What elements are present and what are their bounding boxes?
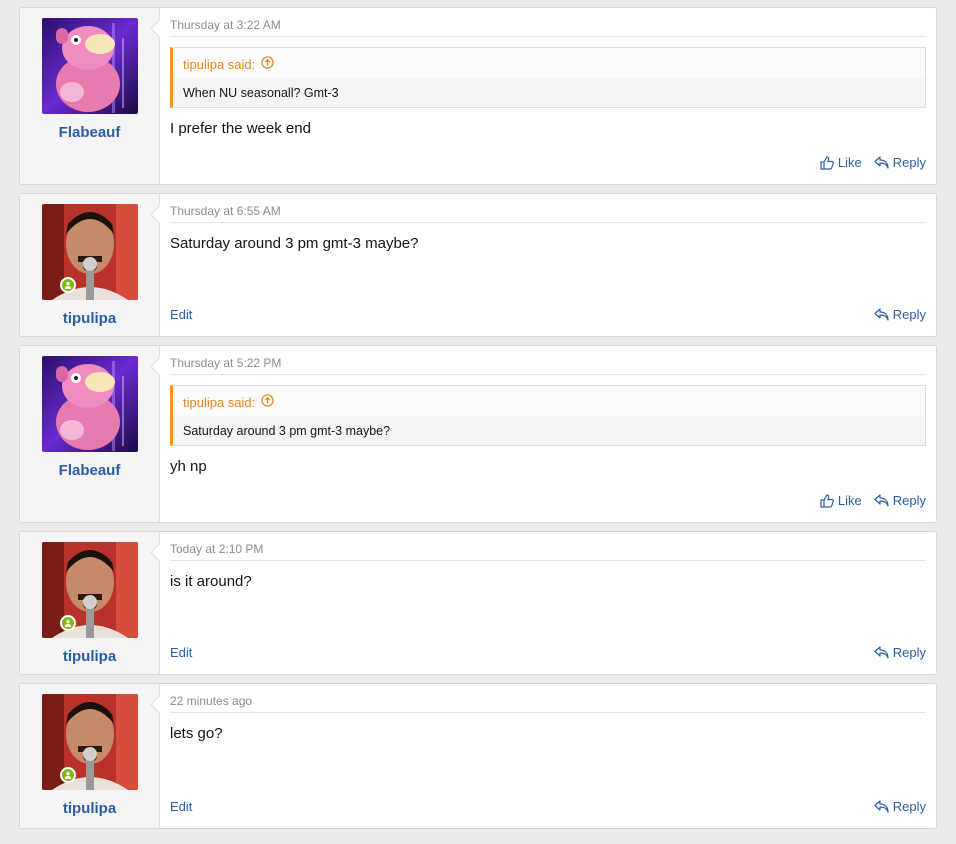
arrow-up-circle-icon[interactable] (261, 56, 274, 72)
post-main: 22 minutes ago lets go? Edit Reply (160, 684, 936, 828)
post-user-panel: tipulipa (20, 194, 160, 336)
post-timestamp[interactable]: Thursday at 5:22 PM (170, 356, 926, 375)
like-label: Like (837, 155, 862, 170)
like-label: Like (837, 493, 862, 508)
post-main: Today at 2:10 PM is it around? Edit Repl… (160, 532, 936, 674)
reply-arrow-icon (874, 494, 889, 507)
username[interactable]: tipulipa (63, 800, 116, 817)
post-footer: Like Reply (170, 493, 926, 508)
online-status-indicator (60, 615, 76, 631)
post-main: Thursday at 5:22 PM tipulipa said: Satur… (160, 346, 936, 522)
thumbs-up-icon (820, 155, 834, 170)
slowpoke-avatar-image (41, 356, 138, 452)
user-icon (64, 619, 72, 627)
avatar[interactable] (41, 18, 138, 114)
reply-label: Reply (892, 307, 926, 322)
post-message: I prefer the week end (170, 120, 311, 137)
post-footer: Edit Reply (170, 645, 926, 660)
reply-button[interactable]: Reply (874, 307, 926, 322)
quote-block: tipulipa said: When NU seasonall? Gmt-3 (170, 47, 926, 108)
reply-arrow-icon (874, 646, 889, 659)
reply-label: Reply (892, 645, 926, 660)
username[interactable]: Flabeauf (59, 124, 121, 141)
post-message: Saturday around 3 pm gmt-3 maybe? (170, 235, 419, 252)
username[interactable]: Flabeauf (59, 462, 121, 479)
post: tipulipa Today at 2:10 PM is it around? … (19, 531, 937, 675)
slowpoke-avatar-image (41, 18, 138, 114)
post-footer: Edit Reply (170, 307, 926, 322)
post-user-panel: Flabeauf (20, 8, 160, 184)
post-footer: Like Reply (170, 155, 926, 170)
post-timestamp[interactable]: Today at 2:10 PM (170, 542, 926, 561)
arrow-up-circle-icon[interactable] (261, 394, 274, 410)
edit-link[interactable]: Edit (170, 307, 192, 322)
post-message: lets go? (170, 725, 223, 742)
singer-avatar-image (41, 542, 138, 638)
quote-author: tipulipa said: (183, 56, 256, 72)
post-main: Thursday at 6:55 AM Saturday around 3 pm… (160, 194, 936, 336)
like-button[interactable]: Like (820, 493, 862, 508)
post: Flabeauf Thursday at 3:22 AM tipulipa sa… (19, 7, 937, 185)
reply-arrow-icon (874, 308, 889, 321)
quote-text: When NU seasonall? Gmt-3 (183, 86, 339, 100)
user-icon (64, 281, 72, 289)
user-icon (64, 771, 72, 779)
edit-link[interactable]: Edit (170, 645, 192, 660)
quote-text: Saturday around 3 pm gmt-3 maybe? (183, 424, 391, 438)
username[interactable]: tipulipa (63, 310, 116, 327)
post-user-panel: tipulipa (20, 684, 160, 828)
post-timestamp[interactable]: Thursday at 3:22 AM (170, 18, 926, 37)
username[interactable]: tipulipa (63, 648, 116, 665)
post-user-panel: Flabeauf (20, 346, 160, 522)
post-user-panel: tipulipa (20, 532, 160, 674)
reply-label: Reply (892, 799, 926, 814)
reply-label: Reply (892, 155, 926, 170)
singer-avatar-image (41, 204, 138, 300)
online-status-indicator (60, 767, 76, 783)
thumbs-up-icon (820, 493, 834, 508)
reply-arrow-icon (874, 800, 889, 813)
reply-button[interactable]: Reply (874, 645, 926, 660)
avatar[interactable] (41, 204, 138, 300)
reply-button[interactable]: Reply (874, 799, 926, 814)
quote-header[interactable]: tipulipa said: (173, 386, 925, 416)
post: tipulipa 22 minutes ago lets go? Edit Re… (19, 683, 937, 829)
avatar[interactable] (41, 356, 138, 452)
post-timestamp[interactable]: 22 minutes ago (170, 694, 926, 713)
post-footer: Edit Reply (170, 799, 926, 814)
post-message: yh np (170, 458, 207, 475)
online-status-indicator (60, 277, 76, 293)
reply-label: Reply (892, 493, 926, 508)
like-button[interactable]: Like (820, 155, 862, 170)
avatar[interactable] (41, 694, 138, 790)
edit-link[interactable]: Edit (170, 799, 192, 814)
post: tipulipa Thursday at 6:55 AM Saturday ar… (19, 193, 937, 337)
quote-block: tipulipa said: Saturday around 3 pm gmt-… (170, 385, 926, 446)
reply-button[interactable]: Reply (874, 155, 926, 170)
post-message: is it around? (170, 573, 252, 590)
singer-avatar-image (41, 694, 138, 790)
quote-header[interactable]: tipulipa said: (173, 48, 925, 78)
avatar[interactable] (41, 542, 138, 638)
quote-author: tipulipa said: (183, 394, 256, 410)
reply-arrow-icon (874, 156, 889, 169)
reply-button[interactable]: Reply (874, 493, 926, 508)
post-timestamp[interactable]: Thursday at 6:55 AM (170, 204, 926, 223)
post-main: Thursday at 3:22 AM tipulipa said: When … (160, 8, 936, 184)
post: Flabeauf Thursday at 5:22 PM tipulipa sa… (19, 345, 937, 523)
